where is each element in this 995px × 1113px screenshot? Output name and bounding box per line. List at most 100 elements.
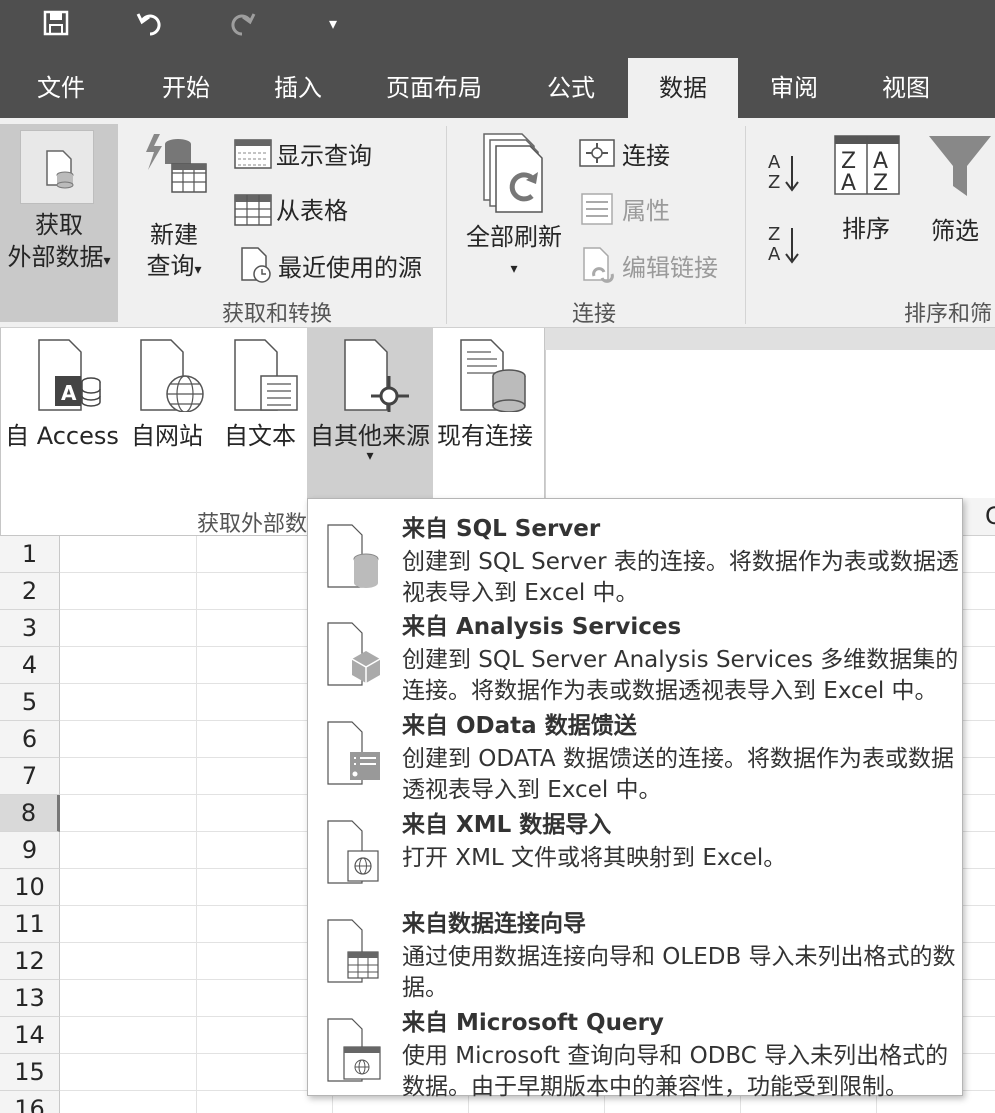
from-access-label: 自 Access <box>5 422 119 450</box>
tab-file[interactable]: 文件 <box>10 58 112 118</box>
analysis-services-icon <box>326 621 381 686</box>
tab-data[interactable]: 数据 <box>628 58 738 118</box>
existing-connections-label: 现有连接 <box>437 422 533 450</box>
svg-text:A: A <box>61 381 77 405</box>
xml-import-icon <box>326 819 379 884</box>
row-header[interactable]: 2 <box>0 573 60 610</box>
edit-links-button[interactable]: 编辑链接 <box>580 246 718 284</box>
menu-item-data-connection-wizard[interactable]: 来自数据连接向导 通过使用数据连接向导和 OLEDB 导入未列出格式的数据。 <box>308 904 964 1001</box>
menu-item-desc: 使用 Microsoft 查询向导和 ODBC 导入未列出格式的数据。由于早期版… <box>402 1043 949 1100</box>
existing-connections-icon <box>457 338 529 418</box>
sort-button[interactable]: ZAAZ 排序 <box>826 134 906 254</box>
tab-view[interactable]: 视图 <box>855 58 957 118</box>
menu-item-desc: 创建到 ODATA 数据馈送的连接。将数据作为表或数据透视表导入到 Excel … <box>402 746 954 803</box>
existing-connections-button[interactable]: 现有连接 <box>437 328 533 498</box>
properties-button[interactable]: 属性 <box>578 191 670 226</box>
filter-label: 筛选 <box>931 217 979 245</box>
refresh-all-button[interactable]: 全部刷新 ▾ <box>458 130 570 290</box>
sort-label: 排序 <box>842 215 890 243</box>
properties-label: 属性 <box>622 197 670 225</box>
connections-label: 连接 <box>622 142 670 170</box>
tab-formulas[interactable]: 公式 <box>520 58 622 118</box>
svg-text:Z: Z <box>768 224 780 245</box>
save-icon[interactable] <box>36 0 76 46</box>
sort-descending-icon: ZA <box>768 224 799 265</box>
refresh-icon <box>478 130 552 214</box>
row-header[interactable]: 1 <box>0 536 60 573</box>
sort-dialog-icon: ZAAZ <box>834 135 900 196</box>
group-connections-label: 连接 <box>572 302 617 327</box>
undo-icon[interactable] <box>130 0 170 46</box>
tab-page-layout[interactable]: 页面布局 <box>368 58 500 118</box>
menu-item-xml-import[interactable]: 来自 XML 数据导入 打开 XML 文件或将其映射到 Excel。 <box>308 805 964 895</box>
external-group-label: 获取外部数 <box>197 512 308 537</box>
from-text-button[interactable]: 自文本 <box>221 328 299 498</box>
tab-review[interactable]: 审阅 <box>743 58 845 118</box>
menu-item-microsoft-query[interactable]: 来自 Microsoft Query 使用 Microsoft 查询向导和 OD… <box>308 1003 964 1100</box>
group-separator <box>745 126 746 324</box>
from-text-label: 自文本 <box>224 422 296 450</box>
chevron-down-icon: ▾ <box>366 448 374 464</box>
chevron-down-icon: ▾ <box>510 261 518 277</box>
menu-item-sql-server[interactable]: 来自 SQL Server 创建到 SQL Server 表的连接。将数据作为表… <box>308 509 964 606</box>
svg-text:Z: Z <box>873 171 888 196</box>
ribbon: 获取 外部数据▾ 新建 查询▾ 显示查询 从表格 最近使用的源 获取和转换 全部… <box>0 118 995 328</box>
tab-home[interactable]: 开始 <box>135 58 237 118</box>
row-header[interactable]: 3 <box>0 610 60 647</box>
from-web-button[interactable]: 自网站 <box>129 328 205 498</box>
from-access-button[interactable]: A 自 Access <box>3 328 121 498</box>
row-header[interactable]: 4 <box>0 647 60 684</box>
from-other-sources-button[interactable]: 自其他来源 ▾ <box>307 328 433 498</box>
formula-area <box>545 328 995 498</box>
sort-descending-button[interactable]: ZA <box>766 222 800 274</box>
row-header[interactable]: 13 <box>0 980 60 1017</box>
ribbon-tabs: 文件 开始 插入 页面布局 公式 数据 审阅 视图 <box>0 58 995 118</box>
row-header[interactable]: 14 <box>0 1017 60 1054</box>
row-header[interactable]: 7 <box>0 758 60 795</box>
filter-button[interactable]: 筛选 <box>920 134 995 254</box>
other-sources-icon <box>341 338 413 418</box>
menu-item-desc: 打开 XML 文件或将其映射到 Excel。 <box>402 845 787 871</box>
properties-icon <box>581 192 613 225</box>
menu-item-title: 来自数据连接向导 <box>402 911 586 937</box>
row-header[interactable]: 9 <box>0 832 60 869</box>
from-table-button[interactable]: 从表格 <box>234 191 348 226</box>
sort-ascending-icon: AZ <box>768 152 799 193</box>
row-header[interactable]: 12 <box>0 943 60 980</box>
row-header[interactable]: 10 <box>0 869 60 906</box>
menu-item-title: 来自 SQL Server <box>402 516 601 542</box>
access-icon: A <box>33 338 103 418</box>
table-icon <box>234 193 272 226</box>
chevron-down-icon: ▾ <box>194 262 202 278</box>
row-header[interactable]: 11 <box>0 906 60 943</box>
group-get-transform-label: 获取和转换 <box>222 302 333 327</box>
menu-item-odata[interactable]: 来自 OData 数据馈送 创建到 ODATA 数据馈送的连接。将数据作为表或数… <box>308 706 964 803</box>
connections-button[interactable]: 连接 <box>578 136 670 171</box>
row-header[interactable]: 6 <box>0 721 60 758</box>
menu-item-desc: 通过使用数据连接向导和 OLEDB 导入未列出格式的数据。 <box>402 944 956 1001</box>
get-external-data-button[interactable]: 获取 外部数据▾ <box>0 124 118 322</box>
svg-text:A: A <box>768 244 781 265</box>
microsoft-query-icon <box>326 1017 381 1082</box>
from-web-label: 自网站 <box>131 422 203 450</box>
customize-qat-icon[interactable]: ▾ <box>318 0 348 46</box>
row-header[interactable]: 5 <box>0 684 60 721</box>
from-table-label: 从表格 <box>276 197 348 225</box>
from-other-sources-label: 自其他来源 <box>310 422 430 450</box>
title-bar: ▾ <box>0 0 995 58</box>
row-header[interactable]: 15 <box>0 1054 60 1091</box>
menu-item-analysis-services[interactable]: 来自 Analysis Services 创建到 SQL Server Anal… <box>308 607 964 704</box>
sort-ascending-button[interactable]: AZ <box>766 150 800 202</box>
tab-insert[interactable]: 插入 <box>247 58 349 118</box>
redo-icon[interactable] <box>222 0 262 46</box>
row-header[interactable]: 16 <box>0 1091 60 1113</box>
show-queries-button[interactable]: 显示查询 <box>234 136 372 171</box>
svg-text:A: A <box>841 171 856 196</box>
recent-sources-button[interactable]: 最近使用的源 <box>238 246 422 284</box>
row-header-selected[interactable]: 8 <box>0 795 60 832</box>
text-file-icon <box>231 338 301 418</box>
get-external-line1: 获取 <box>35 211 83 239</box>
new-query-line2-wrap: 查询▾ <box>132 251 216 286</box>
get-external-line2-wrap: 外部数据▾ <box>0 242 118 277</box>
new-query-button[interactable]: 新建 查询▾ <box>132 130 216 280</box>
